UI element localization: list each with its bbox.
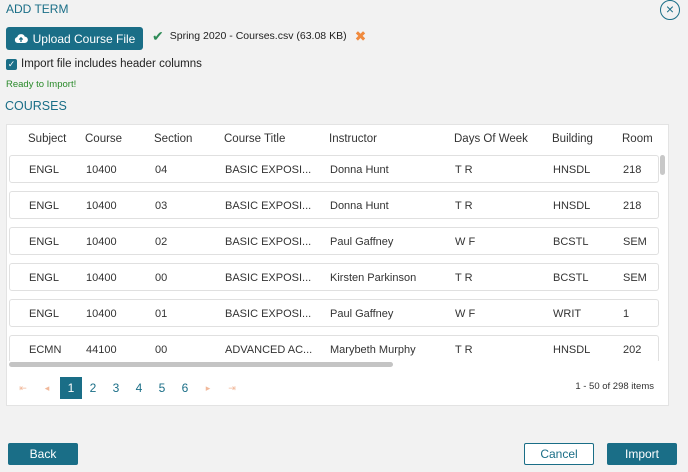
page-2-button[interactable]: 2 bbox=[85, 377, 101, 399]
pagination: ⇤ ◂ 1 2 3 4 5 6 ▸ ⇥ 1 - 50 of 298 items bbox=[7, 373, 668, 401]
prev-page-icon[interactable]: ◂ bbox=[41, 377, 53, 399]
close-icon[interactable]: × bbox=[660, 0, 680, 20]
table-row[interactable]: ENGL 10400 04 BASIC EXPOSI... Donna Hunt… bbox=[9, 155, 659, 183]
cell-course-title: ADVANCED AC... bbox=[225, 344, 313, 356]
cell-days: T R bbox=[455, 164, 473, 176]
grid-body[interactable]: ENGL 10400 04 BASIC EXPOSI... Donna Hunt… bbox=[7, 155, 659, 361]
col-instructor[interactable]: Instructor bbox=[329, 133, 377, 145]
cell-course-title: BASIC EXPOSI... bbox=[225, 272, 312, 284]
cell-course: 10400 bbox=[86, 308, 117, 320]
col-course[interactable]: Course bbox=[85, 133, 122, 145]
next-page-icon[interactable]: ▸ bbox=[202, 377, 214, 399]
courses-grid: Subject Course Section Course Title Inst… bbox=[6, 124, 669, 406]
cell-course: 10400 bbox=[86, 272, 117, 284]
cell-building: HNSDL bbox=[553, 344, 591, 356]
col-building[interactable]: Building bbox=[552, 133, 593, 145]
cell-instructor: Paul Gaffney bbox=[330, 308, 394, 320]
first-page-icon[interactable]: ⇤ bbox=[17, 377, 29, 399]
page-6-button[interactable]: 6 bbox=[177, 377, 193, 399]
cell-subject: ENGL bbox=[29, 164, 59, 176]
cell-instructor: Paul Gaffney bbox=[330, 236, 394, 248]
cell-room: SEM bbox=[623, 272, 647, 284]
cell-course-title: BASIC EXPOSI... bbox=[225, 200, 312, 212]
cell-room: 202 bbox=[623, 344, 642, 356]
cell-course: 10400 bbox=[86, 164, 117, 176]
cell-days: T R bbox=[455, 200, 473, 212]
horizontal-scrollbar[interactable] bbox=[9, 362, 393, 367]
vertical-scrollbar[interactable] bbox=[660, 155, 666, 361]
cloud-upload-icon bbox=[14, 34, 28, 44]
dialog-title: ADD TERM bbox=[6, 2, 69, 16]
header-columns-option[interactable]: ✓ Import file includes header columns bbox=[6, 58, 202, 70]
col-subject[interactable]: Subject bbox=[28, 133, 66, 145]
cell-building: BCSTL bbox=[553, 272, 589, 284]
grid-header: Subject Course Section Course Title Inst… bbox=[7, 125, 668, 155]
pagination-summary: 1 - 50 of 298 items bbox=[575, 381, 654, 392]
page-4-button[interactable]: 4 bbox=[131, 377, 147, 399]
page-3-button[interactable]: 3 bbox=[108, 377, 124, 399]
cell-section: 04 bbox=[155, 164, 168, 176]
cell-course-title: BASIC EXPOSI... bbox=[225, 236, 312, 248]
table-row[interactable]: ENGL 10400 02 BASIC EXPOSI... Paul Gaffn… bbox=[9, 227, 659, 255]
cell-subject: ECMN bbox=[29, 344, 62, 356]
cell-building: HNSDL bbox=[553, 164, 591, 176]
cell-instructor: Marybeth Murphy bbox=[330, 344, 416, 356]
cell-instructor: Donna Hunt bbox=[330, 164, 389, 176]
cell-course-title: BASIC EXPOSI... bbox=[225, 164, 312, 176]
table-row[interactable]: ENGL 10400 03 BASIC EXPOSI... Donna Hunt… bbox=[9, 191, 659, 219]
cell-section: 02 bbox=[155, 236, 168, 248]
page-1-button[interactable]: 1 bbox=[60, 377, 82, 399]
cell-section: 00 bbox=[155, 272, 168, 284]
cell-section: 01 bbox=[155, 308, 168, 320]
import-button[interactable]: Import bbox=[607, 443, 677, 465]
vertical-scroll-thumb[interactable] bbox=[660, 155, 665, 175]
last-page-icon[interactable]: ⇥ bbox=[226, 377, 238, 399]
upload-course-file-button[interactable]: Upload Course File bbox=[6, 27, 143, 50]
cell-building: HNSDL bbox=[553, 200, 591, 212]
cell-course: 10400 bbox=[86, 236, 117, 248]
cell-section: 03 bbox=[155, 200, 168, 212]
col-section[interactable]: Section bbox=[154, 133, 192, 145]
uploaded-file-info: ✔ Spring 2020 - Courses.csv (63.08 KB) ✖ bbox=[152, 28, 367, 44]
cell-subject: ENGL bbox=[29, 272, 59, 284]
col-days-of-week[interactable]: Days Of Week bbox=[454, 133, 528, 145]
table-row[interactable]: ENGL 10400 00 BASIC EXPOSI... Kirsten Pa… bbox=[9, 263, 659, 291]
cell-days: T R bbox=[455, 272, 473, 284]
cell-instructor: Kirsten Parkinson bbox=[330, 272, 417, 284]
remove-file-icon[interactable]: ✖ bbox=[355, 29, 367, 43]
col-room[interactable]: Room bbox=[622, 133, 653, 145]
upload-button-label: Upload Course File bbox=[32, 31, 136, 46]
cell-subject: ENGL bbox=[29, 236, 59, 248]
col-course-title[interactable]: Course Title bbox=[224, 133, 285, 145]
cell-course: 10400 bbox=[86, 200, 117, 212]
uploaded-file-name: Spring 2020 - Courses.csv (63.08 KB) bbox=[169, 30, 347, 42]
cell-subject: ENGL bbox=[29, 308, 59, 320]
header-columns-label: Import file includes header columns bbox=[21, 58, 202, 70]
cell-room: 1 bbox=[623, 308, 630, 320]
cell-instructor: Donna Hunt bbox=[330, 200, 389, 212]
cell-room: 218 bbox=[623, 164, 642, 176]
cell-building: BCSTL bbox=[553, 236, 589, 248]
cell-section: 00 bbox=[155, 344, 168, 356]
cancel-button[interactable]: Cancel bbox=[524, 443, 594, 465]
header-columns-checkbox[interactable]: ✓ bbox=[6, 58, 17, 70]
cell-course-title: BASIC EXPOSI... bbox=[225, 308, 312, 320]
courses-section-title: COURSES bbox=[5, 99, 67, 113]
cell-course: 44100 bbox=[86, 344, 117, 356]
checkmark-icon: ✔ bbox=[152, 28, 164, 44]
page-5-button[interactable]: 5 bbox=[154, 377, 170, 399]
cell-subject: ENGL bbox=[29, 200, 59, 212]
back-button[interactable]: Back bbox=[8, 443, 78, 465]
cell-room: 218 bbox=[623, 200, 642, 212]
table-row[interactable]: ENGL 10400 01 BASIC EXPOSI... Paul Gaffn… bbox=[9, 299, 659, 327]
cell-days: T R bbox=[455, 344, 473, 356]
ready-status: Ready to Import! bbox=[6, 79, 77, 90]
cell-building: WRIT bbox=[553, 308, 582, 320]
table-row[interactable]: ECMN 44100 00 ADVANCED AC... Marybeth Mu… bbox=[9, 335, 659, 361]
cell-room: SEM bbox=[623, 236, 647, 248]
cell-days: W F bbox=[455, 236, 476, 248]
cell-days: W F bbox=[455, 308, 476, 320]
